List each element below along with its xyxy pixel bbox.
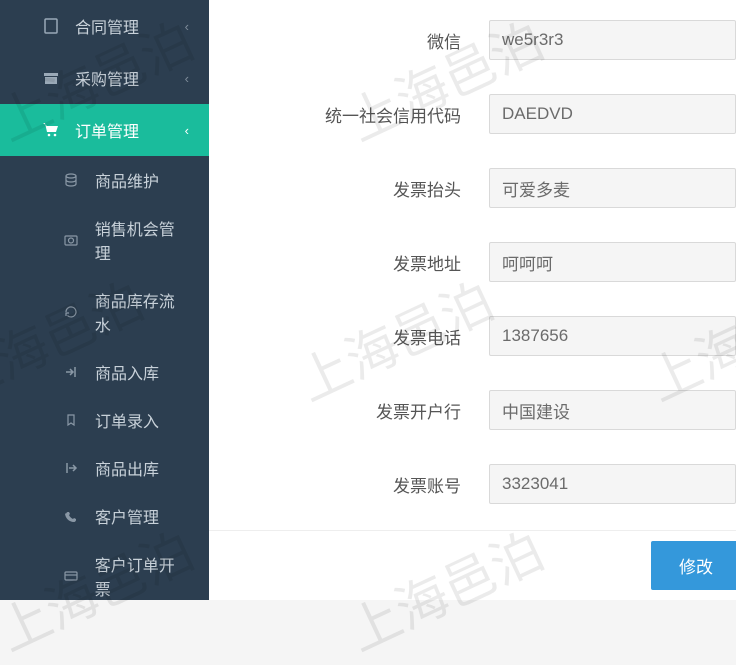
- form-row-invoice-address: 发票地址: [229, 242, 736, 282]
- wechat-input[interactable]: [489, 20, 736, 60]
- sidebar-item-label: 订单管理: [75, 118, 139, 142]
- button-bar: 修改: [209, 530, 736, 600]
- form-label: 发票地址: [229, 250, 489, 275]
- main-content: 微信 统一社会信用代码 发票抬头 发票地址 发票电话 发票开户行 发票账号: [209, 0, 736, 600]
- arrow-out-icon: [62, 459, 80, 477]
- form-row-wechat: 微信: [229, 20, 736, 60]
- form-row-invoice-phone: 发票电话: [229, 316, 736, 356]
- sidebar-item-label: 合同管理: [75, 14, 139, 38]
- form-row-invoice-title: 发票抬头: [229, 168, 736, 208]
- sidebar-sub-stock-out[interactable]: 商品出库: [0, 444, 209, 492]
- sidebar-sub-label: 商品维护: [95, 168, 159, 192]
- sidebar-item-contract[interactable]: 合同管理 ‹: [0, 0, 209, 52]
- database-icon: [62, 171, 80, 189]
- phone-icon: [62, 507, 80, 525]
- card-icon: [62, 567, 80, 585]
- form-label: 统一社会信用代码: [229, 102, 489, 127]
- sidebar-item-orders[interactable]: 订单管理 ‹: [0, 104, 209, 156]
- edit-button[interactable]: 修改: [651, 541, 736, 590]
- form-row-invoice-account: 发票账号: [229, 464, 736, 504]
- chevron-left-icon: ‹: [185, 71, 189, 86]
- credit-code-input[interactable]: [489, 94, 736, 134]
- sidebar-sub-label: 销售机会管理: [95, 216, 189, 264]
- form-label: 发票抬头: [229, 176, 489, 201]
- bookmark-icon: [62, 411, 80, 429]
- archive-icon: [42, 69, 60, 87]
- sidebar: 合同管理 ‹ 采购管理 ‹ 订单管理 ‹ 商品维护: [0, 0, 209, 600]
- form-label: 发票开户行: [229, 398, 489, 423]
- sidebar-sub-label: 商品入库: [95, 360, 159, 384]
- invoice-title-input[interactable]: [489, 168, 736, 208]
- sidebar-item-procurement[interactable]: 采购管理 ‹: [0, 52, 209, 104]
- form-label: 发票电话: [229, 324, 489, 349]
- cart-icon: [42, 121, 60, 139]
- sidebar-sub-label: 商品出库: [95, 456, 159, 480]
- sidebar-sub-customer-invoice[interactable]: 客户订单开票: [0, 540, 209, 600]
- invoice-bank-input[interactable]: [489, 390, 736, 430]
- chevron-left-icon: ‹: [185, 123, 189, 138]
- form-label: 微信: [229, 28, 489, 53]
- invoice-phone-input[interactable]: [489, 316, 736, 356]
- sidebar-sub-sales-opportunity[interactable]: 销售机会管理: [0, 204, 209, 276]
- document-icon: [42, 17, 60, 35]
- arrow-in-icon: [62, 363, 80, 381]
- invoice-address-input[interactable]: [489, 242, 736, 282]
- sidebar-sub-label: 客户订单开票: [95, 552, 189, 600]
- sidebar-sub-label: 客户管理: [95, 504, 159, 528]
- sidebar-sub-customer-manage[interactable]: 客户管理: [0, 492, 209, 540]
- history-icon: [62, 303, 80, 321]
- camera-icon: [62, 231, 80, 249]
- sidebar-sub-stock-in[interactable]: 商品入库: [0, 348, 209, 396]
- sidebar-sub-order-entry[interactable]: 订单录入: [0, 396, 209, 444]
- form-row-invoice-bank: 发票开户行: [229, 390, 736, 430]
- sidebar-sub-stock-flow[interactable]: 商品库存流水: [0, 276, 209, 348]
- form-row-credit-code: 统一社会信用代码: [229, 94, 736, 134]
- sidebar-sub-product-maintain[interactable]: 商品维护: [0, 156, 209, 204]
- form-label: 发票账号: [229, 472, 489, 497]
- sidebar-sub-label: 商品库存流水: [95, 288, 189, 336]
- invoice-account-input[interactable]: [489, 464, 736, 504]
- sidebar-sub-label: 订单录入: [95, 408, 159, 432]
- app-container: 合同管理 ‹ 采购管理 ‹ 订单管理 ‹ 商品维护: [0, 0, 736, 600]
- sidebar-item-label: 采购管理: [75, 66, 139, 90]
- chevron-left-icon: ‹: [185, 19, 189, 34]
